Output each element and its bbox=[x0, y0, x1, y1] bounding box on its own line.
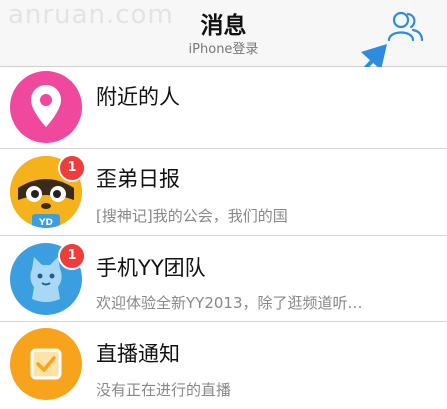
list-item-live-notice[interactable]: 直播通知 没有正在进行的直播 bbox=[0, 322, 447, 409]
broadcast-avatar bbox=[10, 328, 82, 400]
page-title: 消息 bbox=[200, 13, 247, 39]
contacts-group-icon bbox=[387, 11, 424, 42]
message-list: 附近的人 YD 1 歪弟日报 [搜神记]我的公会，我们的国 1 手机YY团队 欢… bbox=[0, 67, 447, 409]
nearby-avatar bbox=[10, 71, 82, 143]
checkbox-icon bbox=[30, 348, 62, 380]
location-pin-icon bbox=[31, 85, 61, 127]
item-title: 手机YY团队 bbox=[96, 256, 206, 280]
list-item-nearby[interactable]: 附近的人 bbox=[0, 67, 447, 149]
item-title: 直播通知 bbox=[96, 342, 180, 366]
login-device-subtitle: iPhone登录 bbox=[188, 42, 259, 57]
svg-text:YD: YD bbox=[38, 218, 53, 228]
list-item-yy-team[interactable]: 1 手机YY团队 欢迎体验全新YY2013，除了逛频道听… bbox=[0, 236, 447, 322]
unread-badge: 1 bbox=[58, 154, 86, 182]
contacts-button[interactable] bbox=[386, 8, 426, 44]
list-item-daily-report[interactable]: YD 1 歪弟日报 [搜神记]我的公会，我们的国 bbox=[0, 149, 447, 236]
unread-badge: 1 bbox=[58, 242, 86, 270]
nav-bar: anruan.com 消息 iPhone登录 bbox=[0, 0, 447, 67]
item-preview: 欢迎体验全新YY2013，除了逛频道听… bbox=[96, 294, 363, 312]
item-preview: [搜神记]我的公会，我们的国 bbox=[96, 207, 288, 225]
item-title: 附近的人 bbox=[96, 85, 180, 109]
item-title: 歪弟日报 bbox=[96, 167, 180, 191]
item-preview: 没有正在进行的直播 bbox=[96, 381, 232, 399]
